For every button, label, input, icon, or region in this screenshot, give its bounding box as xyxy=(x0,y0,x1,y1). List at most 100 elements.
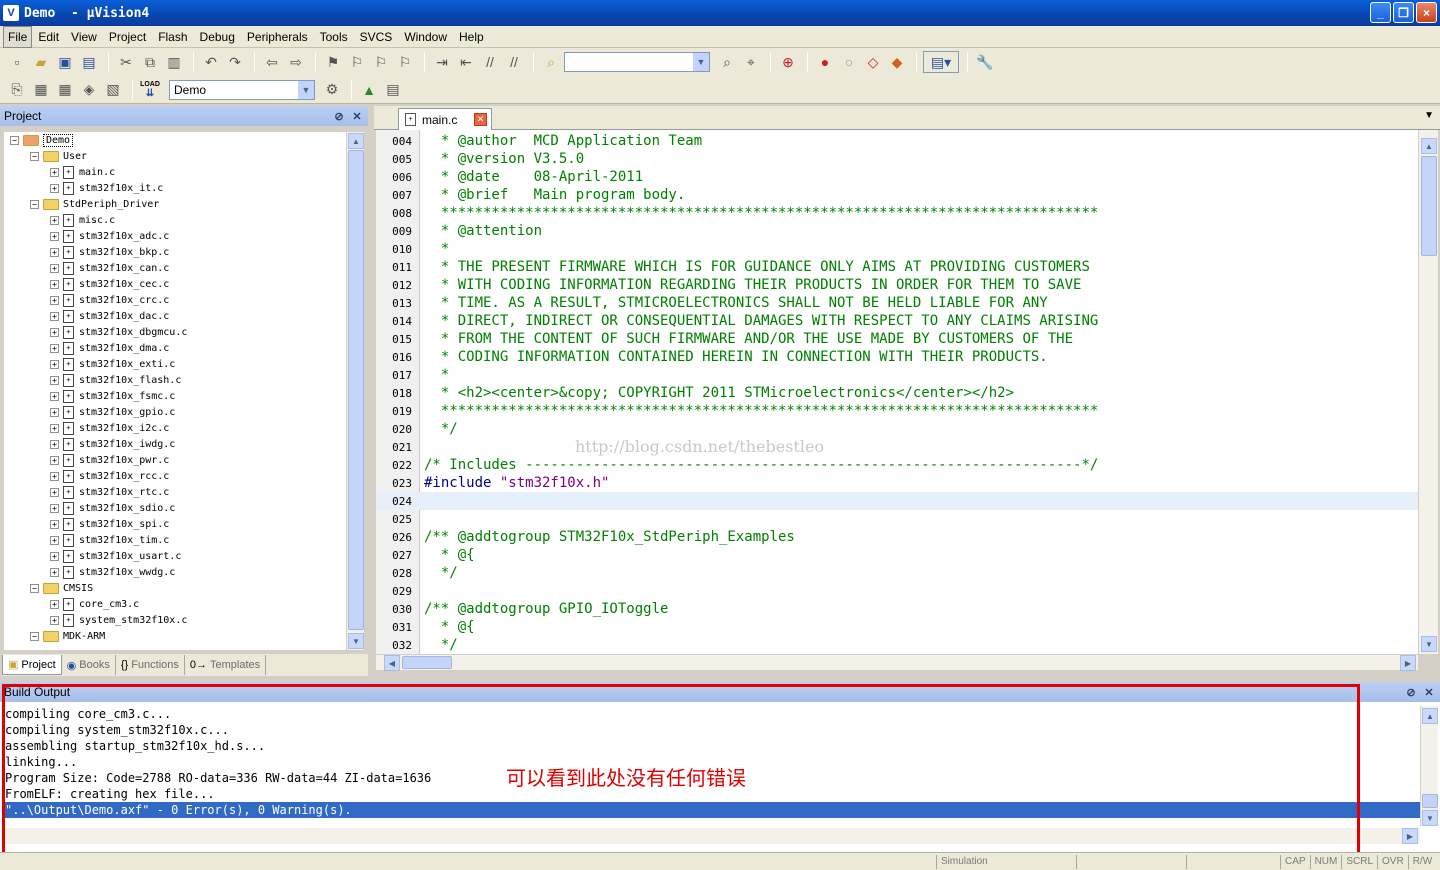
tree-file-item[interactable]: + + stm32f10x_bkp.c xyxy=(4,244,348,260)
code-line[interactable]: 016 * CODING INFORMATION CONTAINED HEREI… xyxy=(376,348,1418,366)
kill-all-breakpoints-icon[interactable]: ◆ xyxy=(886,51,908,73)
pin-icon[interactable]: ⊘ xyxy=(332,109,346,123)
incremental-find-icon[interactable]: ⌖ xyxy=(740,51,762,73)
code-line[interactable]: 020 */ xyxy=(376,420,1418,438)
build-icon[interactable]: ▦ xyxy=(30,79,52,101)
code-line[interactable]: 023 #include "stm32f10x.h" xyxy=(376,474,1418,492)
code-line[interactable]: 032 */ xyxy=(376,636,1418,654)
expand-icon[interactable]: + xyxy=(50,471,59,481)
tree-file-item[interactable]: + + stm32f10x_exti.c xyxy=(4,356,348,372)
code-editor[interactable]: 004 * @author MCD Application Team 005 * … xyxy=(376,130,1418,654)
tree-file-item[interactable]: + + stm32f10x_gpio.c xyxy=(4,404,348,420)
window-layout-icon[interactable]: ▤▾ xyxy=(923,51,959,73)
scroll-thumb[interactable] xyxy=(1421,156,1437,256)
close-tab-icon[interactable]: ✕ xyxy=(474,113,487,126)
code-line[interactable]: 005 * @version V3.5.0 xyxy=(376,150,1418,168)
code-line[interactable]: 018 * <h2><center>&copy; COPYRIGHT 2011 … xyxy=(376,384,1418,402)
minimize-button[interactable]: _ xyxy=(1370,2,1391,23)
target-select[interactable]: Demo ▼ xyxy=(169,79,315,100)
save-icon[interactable]: ▣ xyxy=(54,51,76,73)
expand-icon[interactable]: + xyxy=(50,551,59,561)
tree-file-item[interactable]: + + stm32f10x_crc.c xyxy=(4,292,348,308)
copy-icon[interactable]: ⧉ xyxy=(139,51,161,73)
code-line[interactable]: 022 /* Includes -------------------------… xyxy=(376,456,1418,474)
scroll-right-icon[interactable]: ▶ xyxy=(1400,655,1416,671)
menu-svcs[interactable]: SVCS xyxy=(354,27,399,47)
disable-all-breakpoints-icon[interactable]: ◇ xyxy=(862,51,884,73)
breakpoint-icon[interactable]: ● xyxy=(814,51,836,73)
code-line[interactable]: 010 * xyxy=(376,240,1418,258)
expand-icon[interactable]: + xyxy=(50,519,59,529)
tab-books[interactable]: ◉ Books xyxy=(62,655,116,675)
code-line[interactable]: 004 * @author MCD Application Team xyxy=(376,132,1418,150)
expand-icon[interactable]: + xyxy=(50,215,59,225)
code-line[interactable]: 009 * @attention xyxy=(376,222,1418,240)
tree-file-item[interactable]: + + stm32f10x_dbgmcu.c xyxy=(4,324,348,340)
code-line[interactable]: 031 * @{ xyxy=(376,618,1418,636)
code-line[interactable]: 026 /** @addtogroup STM32F10x_StdPeriph_E… xyxy=(376,528,1418,546)
expand-icon[interactable]: + xyxy=(50,599,59,609)
code-line[interactable]: 006 * @date 08-April-2011 xyxy=(376,168,1418,186)
tree-file-item[interactable]: + + stm32f10x_it.c xyxy=(4,180,348,196)
menu-debug[interactable]: Debug xyxy=(194,27,241,47)
scroll-up-icon[interactable]: ▲ xyxy=(1421,138,1437,154)
code-line[interactable]: 017 * xyxy=(376,366,1418,384)
paste-icon[interactable]: ▥ xyxy=(163,51,185,73)
menu-help[interactable]: Help xyxy=(453,27,490,47)
clear-bookmarks-icon[interactable]: ⚐ xyxy=(394,51,416,73)
indent-icon[interactable]: ⇥ xyxy=(431,51,453,73)
expand-icon[interactable]: + xyxy=(50,247,59,257)
tab-list-icon[interactable]: ▼ xyxy=(1424,110,1434,121)
tree-file-item[interactable]: + + stm32f10x_cec.c xyxy=(4,276,348,292)
code-line[interactable]: 007 * @brief Main program body. xyxy=(376,186,1418,204)
nav-back-icon[interactable]: ⇦ xyxy=(261,51,283,73)
scroll-up-icon[interactable]: ▲ xyxy=(1422,708,1438,724)
scroll-thumb[interactable] xyxy=(402,656,452,669)
code-line[interactable]: 012 * WITH CODING INFORMATION REGARDING … xyxy=(376,276,1418,294)
save-all-icon[interactable]: ▤ xyxy=(78,51,100,73)
menu-view[interactable]: View xyxy=(65,27,103,47)
redo-icon[interactable]: ↷ xyxy=(224,51,246,73)
scroll-left-icon[interactable]: ◀ xyxy=(384,655,400,671)
tab-main-c[interactable]: + main.c ✕ xyxy=(398,108,492,130)
collapse-icon[interactable]: − xyxy=(30,583,39,593)
expand-icon[interactable]: + xyxy=(50,423,59,433)
new-file-icon[interactable]: ▫ xyxy=(6,51,28,73)
rebuild-icon[interactable]: ▦ xyxy=(54,79,76,101)
editor-hscrollbar[interactable]: ◀ ▶ xyxy=(376,654,1418,671)
maximize-button[interactable]: ❐ xyxy=(1393,2,1414,23)
code-line[interactable]: 025 xyxy=(376,510,1418,528)
code-line[interactable]: 013 * TIME. AS A RESULT, STMICROELECTRON… xyxy=(376,294,1418,312)
tree-file-item[interactable]: + + stm32f10x_sdio.c xyxy=(4,500,348,516)
tree-folder-item[interactable]: − Demo xyxy=(4,132,348,148)
tree-file-item[interactable]: + + stm32f10x_dma.c xyxy=(4,340,348,356)
collapse-icon[interactable]: − xyxy=(30,631,39,641)
code-line[interactable]: 029 xyxy=(376,582,1418,600)
collapse-icon[interactable]: − xyxy=(10,135,19,145)
undo-icon[interactable]: ↶ xyxy=(200,51,222,73)
menu-project[interactable]: Project xyxy=(103,27,152,47)
expand-icon[interactable]: + xyxy=(50,295,59,305)
code-line[interactable]: 015 * FROM THE CONTENT OF SUCH FIRMWARE … xyxy=(376,330,1418,348)
select-packs-icon[interactable]: ▤ xyxy=(382,79,404,101)
expand-icon[interactable]: + xyxy=(50,311,59,321)
expand-icon[interactable]: + xyxy=(50,375,59,385)
code-line[interactable]: 024 xyxy=(376,492,1418,510)
expand-icon[interactable]: + xyxy=(50,535,59,545)
prev-bookmark-icon[interactable]: ⚐ xyxy=(346,51,368,73)
tree-file-item[interactable]: + + stm32f10x_i2c.c xyxy=(4,420,348,436)
tab-templates[interactable]: 0→ Templates xyxy=(185,655,267,675)
scroll-down-icon[interactable]: ▼ xyxy=(1421,636,1437,652)
close-icon[interactable]: ✕ xyxy=(350,109,364,123)
unindent-icon[interactable]: ⇤ xyxy=(455,51,477,73)
nav-forward-icon[interactable]: ⇨ xyxy=(285,51,307,73)
expand-icon[interactable]: + xyxy=(50,615,59,625)
editor-vscrollbar[interactable]: ▲ ▼ xyxy=(1418,130,1438,654)
find-combo[interactable]: ▼ xyxy=(564,52,710,72)
disable-breakpoint-icon[interactable]: ○ xyxy=(838,51,860,73)
expand-icon[interactable]: + xyxy=(50,343,59,353)
code-line[interactable]: 027 * @{ xyxy=(376,546,1418,564)
stop-build-icon[interactable]: ▧ xyxy=(102,79,124,101)
translate-icon[interactable]: ⎘ xyxy=(6,79,28,101)
bookmark-icon[interactable]: ⚑ xyxy=(322,51,344,73)
